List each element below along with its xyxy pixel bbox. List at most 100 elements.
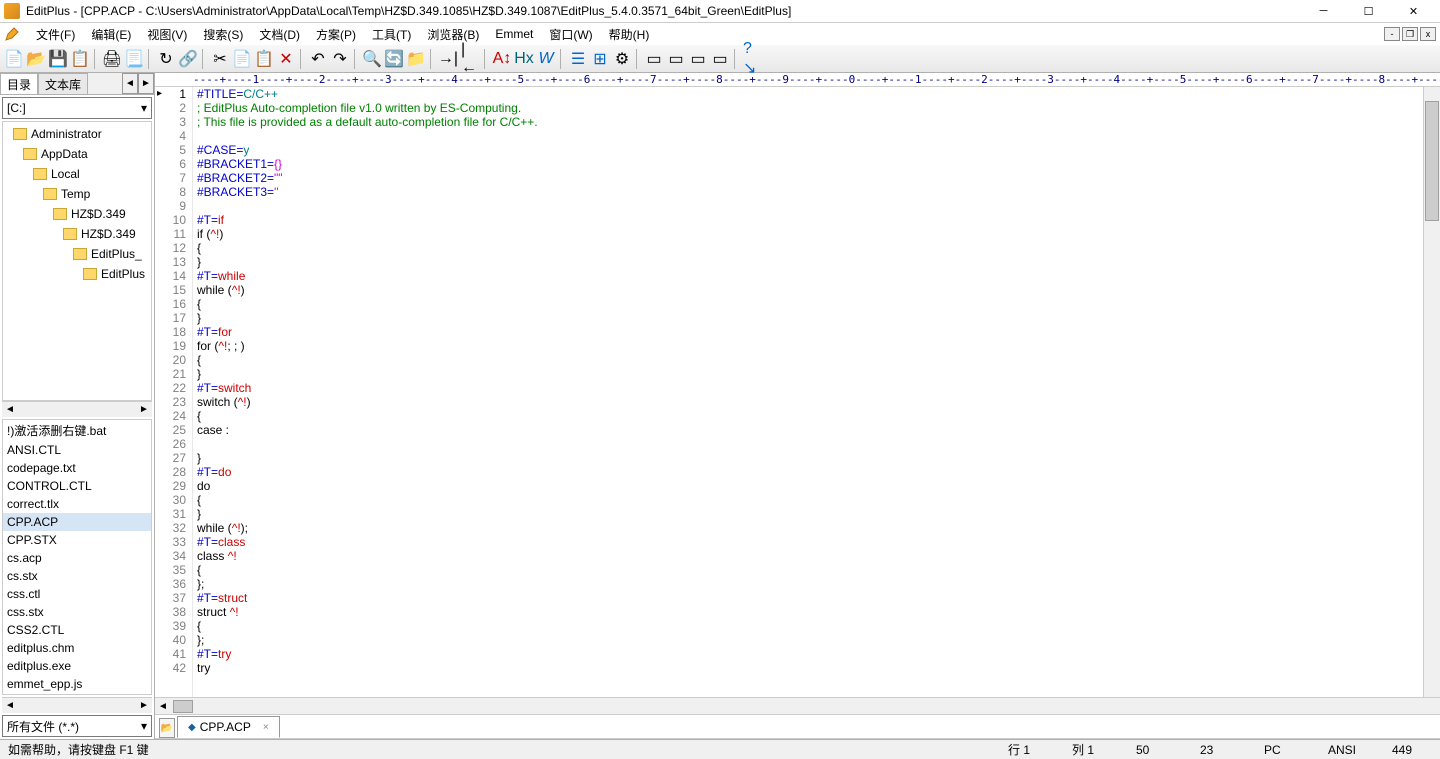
menu-bar: 文件(F) 编辑(E) 视图(V) 搜索(S) 文档(D) 方案(P) 工具(T…	[0, 23, 1440, 45]
outdent-icon[interactable]: |←	[460, 49, 480, 69]
menu-search[interactable]: 搜索(S)	[195, 24, 251, 45]
file-item[interactable]: cs.acp	[3, 549, 151, 567]
window4-icon[interactable]: ▭	[710, 49, 730, 69]
tab-prev-button[interactable]: ◄	[122, 73, 138, 94]
replace-icon[interactable]: 🔄	[384, 49, 404, 69]
code-editor[interactable]: #TITLE=C/C++; EditPlus Auto-completion f…	[193, 87, 1423, 697]
file-item[interactable]: CONTROL.CTL	[3, 477, 151, 495]
indent-icon[interactable]: →|	[438, 49, 458, 69]
folder-node[interactable]: Local	[5, 164, 149, 184]
menu-project[interactable]: 方案(P)	[308, 24, 364, 45]
maximize-button[interactable]: ☐	[1346, 0, 1391, 23]
filter-label: 所有文件 (*.*)	[7, 718, 79, 735]
menu-file[interactable]: 文件(F)	[28, 24, 83, 45]
mdi-minimize-button[interactable]: -	[1384, 27, 1400, 41]
drive-select[interactable]: [C:] ▾	[2, 97, 152, 119]
redo-icon[interactable]: ↷	[330, 49, 350, 69]
status-pc: PC	[1264, 743, 1304, 757]
doc-tab-cpp-acp[interactable]: ◆ CPP.ACP ×	[177, 716, 280, 738]
file-item[interactable]: codepage.txt	[3, 459, 151, 477]
file-item[interactable]: correct.tlx	[3, 495, 151, 513]
print-preview-icon[interactable]: 📃	[124, 49, 144, 69]
folder-node[interactable]: Temp	[5, 184, 149, 204]
file-item[interactable]: editplus.exe	[3, 657, 151, 675]
grid-icon[interactable]: ⊞	[590, 49, 610, 69]
toolbar: 📄 📂 💾 📋 🖨 📃 ↻ 🔗 ✂ 📄 📋 ✕ ↶ ↷ 🔍 🔄 📁 →| |← …	[0, 45, 1440, 73]
file-item[interactable]: CPP.ACP	[3, 513, 151, 531]
menu-emmet[interactable]: Emmet	[487, 25, 541, 43]
find-files-icon[interactable]: 📁	[406, 49, 426, 69]
font-color-icon[interactable]: A↕	[492, 49, 512, 69]
folder-tree[interactable]: AdministratorAppDataLocalTempHZ$D.349HZ$…	[2, 121, 152, 401]
window1-icon[interactable]: ▭	[644, 49, 664, 69]
menu-edit[interactable]: 编辑(E)	[83, 24, 139, 45]
paste-icon[interactable]: 📋	[254, 49, 274, 69]
wordwrap-icon[interactable]: W	[536, 49, 556, 69]
file-item[interactable]: entities_u.txt	[3, 693, 151, 695]
folder-node[interactable]: EditPlus_	[5, 244, 149, 264]
status-bar: 如需帮助，请按键盘 F1 键 行 1 列 1 50 23 PC ANSI 449	[0, 739, 1440, 759]
status-23: 23	[1200, 743, 1240, 757]
delete-icon[interactable]: ✕	[276, 49, 296, 69]
save-all-icon[interactable]: 📋	[70, 49, 90, 69]
menu-window[interactable]: 窗口(W)	[541, 24, 600, 45]
folder-node[interactable]: EditPlus	[5, 264, 149, 284]
print-icon[interactable]: 🖨	[102, 49, 122, 69]
vertical-scrollbar[interactable]	[1423, 87, 1440, 697]
tab-directory[interactable]: 目录	[0, 73, 38, 94]
menu-view[interactable]: 视图(V)	[139, 24, 195, 45]
settings-icon[interactable]: ⚙	[612, 49, 632, 69]
folder-node[interactable]: HZ$D.349	[5, 224, 149, 244]
folder-label: EditPlus	[101, 267, 145, 281]
folder-node[interactable]: AppData	[5, 144, 149, 164]
refresh-icon[interactable]: ↻	[156, 49, 176, 69]
filelist-hscroll[interactable]: ◄►	[2, 697, 152, 713]
file-item[interactable]: editplus.chm	[3, 639, 151, 657]
list-icon[interactable]: ☰	[568, 49, 588, 69]
help-icon[interactable]: ?↘	[742, 49, 762, 69]
tab-library[interactable]: 文本库	[38, 73, 88, 94]
folder-node[interactable]: HZ$D.349	[5, 204, 149, 224]
folder-icon	[13, 128, 27, 140]
file-item[interactable]: CPP.STX	[3, 531, 151, 549]
tab-next-button[interactable]: ►	[138, 73, 154, 94]
new-file-icon[interactable]: 📄	[4, 49, 24, 69]
save-icon[interactable]: 💾	[48, 49, 68, 69]
filter-select[interactable]: 所有文件 (*.*) ▾	[2, 715, 152, 737]
open-file-icon[interactable]: 📂	[26, 49, 46, 69]
file-item[interactable]: !)激活添删右键.bat	[3, 420, 151, 441]
doc-tab-menu[interactable]: 📂	[159, 718, 175, 738]
folder-icon	[33, 168, 47, 180]
mdi-close-button[interactable]: x	[1420, 27, 1436, 41]
file-item[interactable]: cs.stx	[3, 567, 151, 585]
window3-icon[interactable]: ▭	[688, 49, 708, 69]
file-list[interactable]: !)激活添删右键.batANSI.CTLcodepage.txtCONTROL.…	[2, 419, 152, 695]
link-icon[interactable]: 🔗	[178, 49, 198, 69]
horizontal-scrollbar[interactable]: ◄	[155, 697, 1440, 714]
file-item[interactable]: ANSI.CTL	[3, 441, 151, 459]
folder-icon	[53, 208, 67, 220]
hex-icon[interactable]: Hx	[514, 49, 534, 69]
copy-icon[interactable]: 📄	[232, 49, 252, 69]
file-item[interactable]: CSS2.CTL	[3, 621, 151, 639]
window2-icon[interactable]: ▭	[666, 49, 686, 69]
folder-label: EditPlus_	[91, 247, 142, 261]
menu-help[interactable]: 帮助(H)	[601, 24, 658, 45]
menu-document[interactable]: 文档(D)	[251, 24, 308, 45]
cut-icon[interactable]: ✂	[210, 49, 230, 69]
file-item[interactable]: css.stx	[3, 603, 151, 621]
file-item[interactable]: css.ctl	[3, 585, 151, 603]
document-tabs: 📂 ◆ CPP.ACP ×	[155, 714, 1440, 739]
search-icon[interactable]: 🔍	[362, 49, 382, 69]
mdi-restore-button[interactable]: ❐	[1402, 27, 1418, 41]
folder-node[interactable]: Administrator	[5, 124, 149, 144]
tab-close-icon[interactable]: ×	[263, 722, 269, 733]
menu-tools[interactable]: 工具(T)	[364, 24, 419, 45]
doc-tab-label: CPP.ACP	[200, 720, 251, 734]
file-item[interactable]: emmet_epp.js	[3, 675, 151, 693]
tree-hscroll[interactable]: ◄►	[2, 401, 152, 417]
undo-icon[interactable]: ↶	[308, 49, 328, 69]
status-col: 列 1	[1072, 741, 1112, 758]
minimize-button[interactable]: ─	[1301, 0, 1346, 23]
close-button[interactable]: ✕	[1391, 0, 1436, 23]
